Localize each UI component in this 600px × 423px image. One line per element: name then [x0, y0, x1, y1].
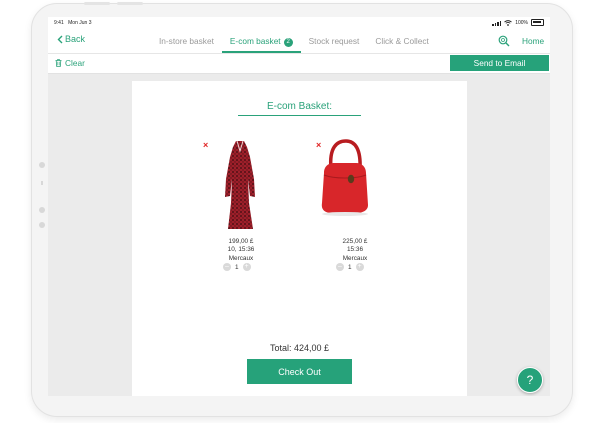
- app-screen: 9:41 Mon Jun 3 100% Back In-store basket: [48, 17, 550, 396]
- side-dot: [39, 162, 45, 168]
- item-price: 225,00 £: [342, 238, 368, 245]
- increase-button[interactable]: +: [242, 263, 251, 271]
- status-date: Mon Jun 3: [68, 20, 92, 26]
- back-button[interactable]: Back: [57, 34, 85, 44]
- remove-item-button[interactable]: ×: [203, 141, 208, 150]
- item-quantity: 1: [348, 263, 352, 271]
- status-right: 100%: [492, 19, 544, 26]
- basket-card: E-com Basket: × 199,00 £ 10, 15:36 Merca…: [132, 81, 467, 396]
- wifi-icon: [504, 19, 512, 26]
- tab-in-store-basket[interactable]: In-store basket: [151, 29, 222, 53]
- tab-stock-request[interactable]: Stock request: [301, 29, 368, 53]
- tab-badge: 2: [283, 38, 293, 47]
- toolbar: Clear Send to Email: [48, 54, 550, 74]
- send-to-email-button[interactable]: Send to Email: [450, 55, 549, 71]
- back-label: Back: [65, 34, 86, 44]
- tab-label: E-com basket: [229, 36, 281, 46]
- side-dot: [39, 207, 45, 213]
- basket-title: E-com Basket:: [238, 101, 361, 116]
- tab-label: Stock request: [308, 36, 360, 46]
- battery-percent: 100%: [515, 19, 528, 26]
- tab-e-com-basket[interactable]: E-com basket 2: [221, 29, 301, 53]
- quantity-stepper: – 1 +: [336, 263, 364, 271]
- item-price: 199,00 £: [228, 238, 254, 245]
- status-left: 9:41 Mon Jun 3: [54, 20, 91, 26]
- tab-label: In-store basket: [159, 36, 214, 46]
- side-line: [41, 181, 43, 185]
- basket-tabs: In-store basket E-com basket 2 Stock requ…: [151, 29, 437, 53]
- bag-image[interactable]: [310, 137, 376, 217]
- item-info: 199,00 £ 10, 15:36 Mercaux: [206, 238, 276, 263]
- status-time: 9:41: [54, 20, 64, 26]
- chevron-left-icon: [57, 35, 63, 43]
- increase-button[interactable]: +: [355, 263, 364, 271]
- item-time: 10, 15:36: [227, 246, 255, 254]
- item-quantity: 1: [235, 263, 239, 271]
- check-out-button[interactable]: Check Out: [247, 359, 352, 384]
- signal-icon: [492, 20, 502, 26]
- hardware-button: [84, 2, 110, 5]
- hardware-button: [117, 2, 143, 5]
- status-bar: 9:41 Mon Jun 3 100%: [48, 17, 550, 29]
- nav-bar: Back In-store basket E-com basket 2 Stock…: [48, 29, 550, 54]
- dress-image[interactable]: [220, 139, 260, 233]
- quantity-stepper: – 1 +: [223, 263, 251, 271]
- trash-icon: [55, 59, 62, 67]
- item-store: Mercaux: [342, 254, 368, 262]
- search-icon[interactable]: [498, 35, 510, 47]
- clear-label: Clear: [65, 58, 85, 68]
- item-time: 15:36: [347, 246, 363, 254]
- home-button[interactable]: Home: [522, 36, 544, 46]
- tab-click-collect[interactable]: Click & Collect: [367, 29, 436, 53]
- tab-label: Click & Collect: [375, 36, 429, 46]
- item-info: 225,00 £ 15:36 Mercaux: [320, 238, 390, 263]
- basket-total: Total: 424,00 £: [269, 343, 330, 353]
- side-dot: [39, 222, 45, 228]
- clear-button[interactable]: Clear: [55, 58, 85, 68]
- battery-icon: [531, 19, 544, 26]
- decrease-button[interactable]: –: [336, 263, 344, 271]
- item-store: Mercaux: [228, 254, 254, 262]
- decrease-button[interactable]: –: [223, 263, 231, 271]
- help-button[interactable]: ?: [517, 367, 543, 393]
